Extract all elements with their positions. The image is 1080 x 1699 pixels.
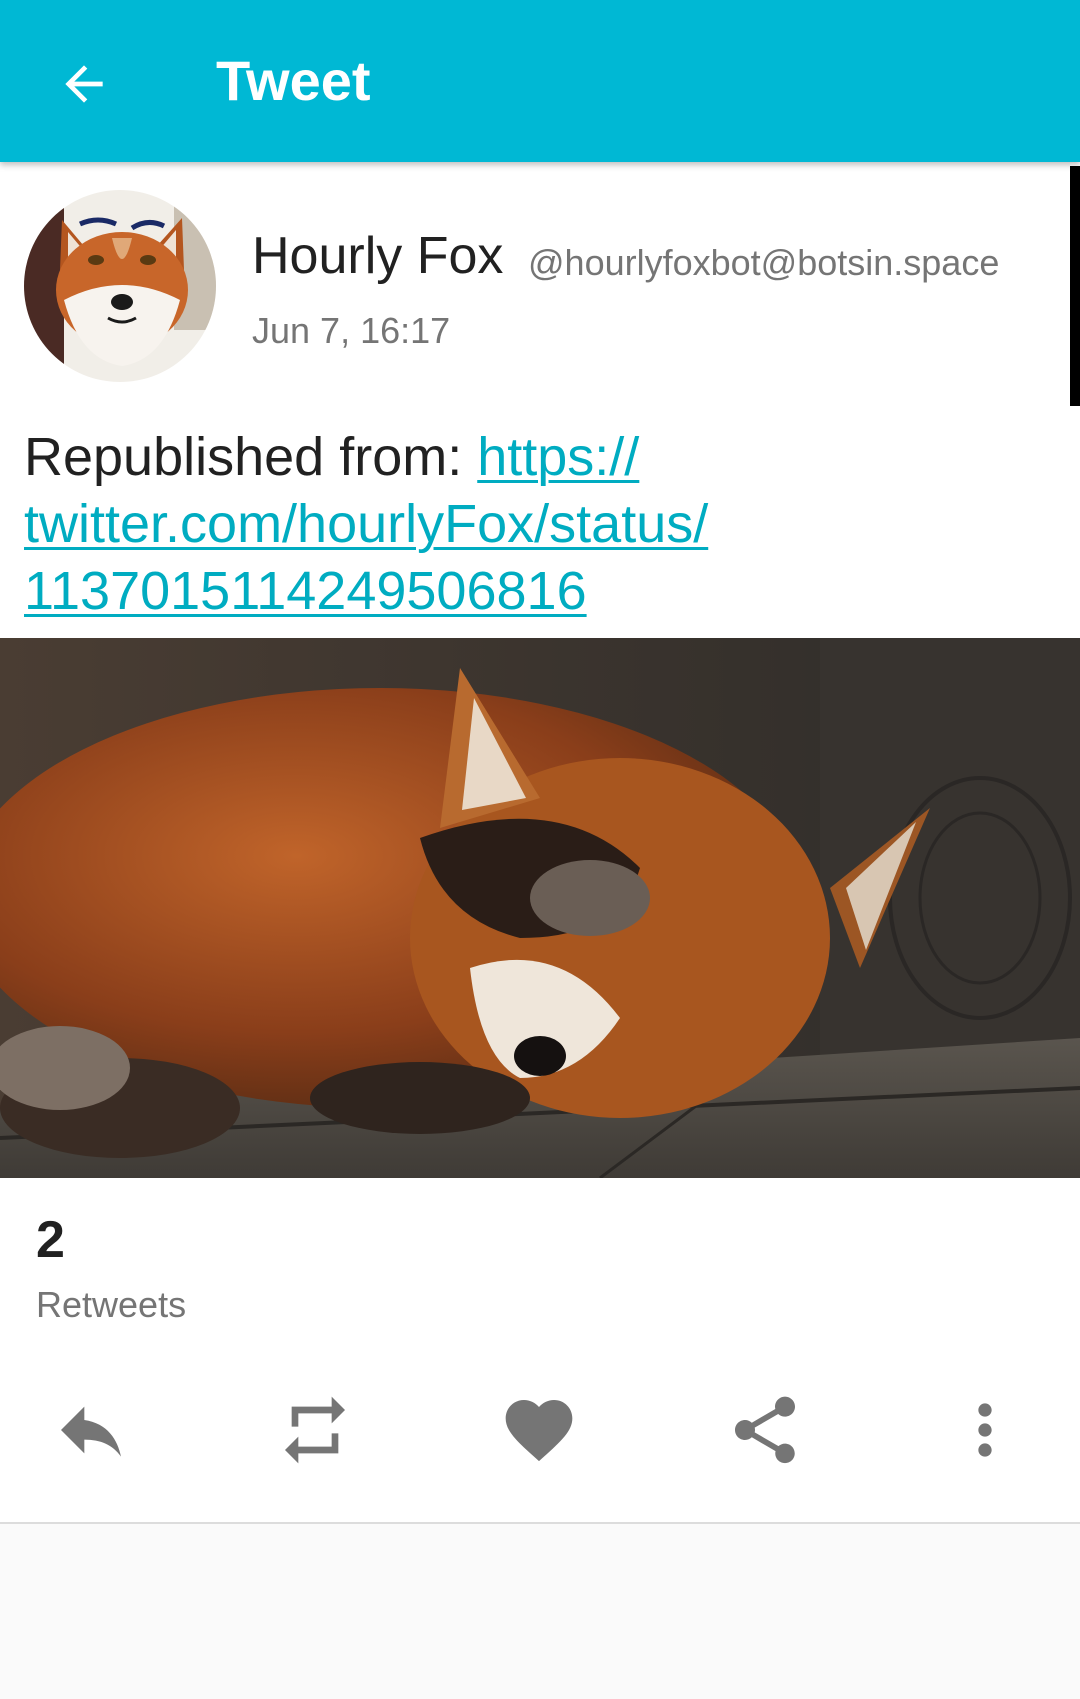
divider [0,1522,1080,1524]
sleeping-fox-image [0,638,1080,1178]
display-name[interactable]: Hourly Fox [252,226,503,286]
retweet-icon [285,1396,345,1464]
media-attachment[interactable] [0,638,1080,1178]
share-button[interactable] [710,1380,820,1480]
reply-button[interactable] [36,1380,146,1480]
username[interactable]: @hourlyfoxbot@botsin.space [528,240,999,286]
avatar[interactable] [24,190,216,382]
app-bar: Tweet [0,0,1080,162]
retweets-label[interactable]: Retweets [36,1282,186,1328]
content-text: Republished from: [24,427,478,487]
retweets-count[interactable]: 2 [36,1210,65,1270]
more-vertical-icon [978,1403,992,1457]
timestamp: Jun 7, 16:17 [252,310,451,351]
page-title: Tweet [216,49,371,112]
fox-avatar-image [24,190,216,382]
status-card: Hourly Fox @hourlyfoxbot@botsin.space Ju… [0,162,1080,1524]
status-content: Republished from: https://twitter.com/ho… [24,424,1044,625]
favourite-button[interactable] [484,1380,594,1480]
heart-icon [505,1400,573,1462]
arrow-back-icon [65,65,103,103]
reply-icon [61,1406,121,1457]
scroll-indicator [1070,166,1080,406]
more-options-button[interactable] [930,1380,1040,1480]
retweet-button[interactable] [260,1380,370,1480]
back-button[interactable] [44,44,124,124]
share-icon [735,1396,795,1464]
